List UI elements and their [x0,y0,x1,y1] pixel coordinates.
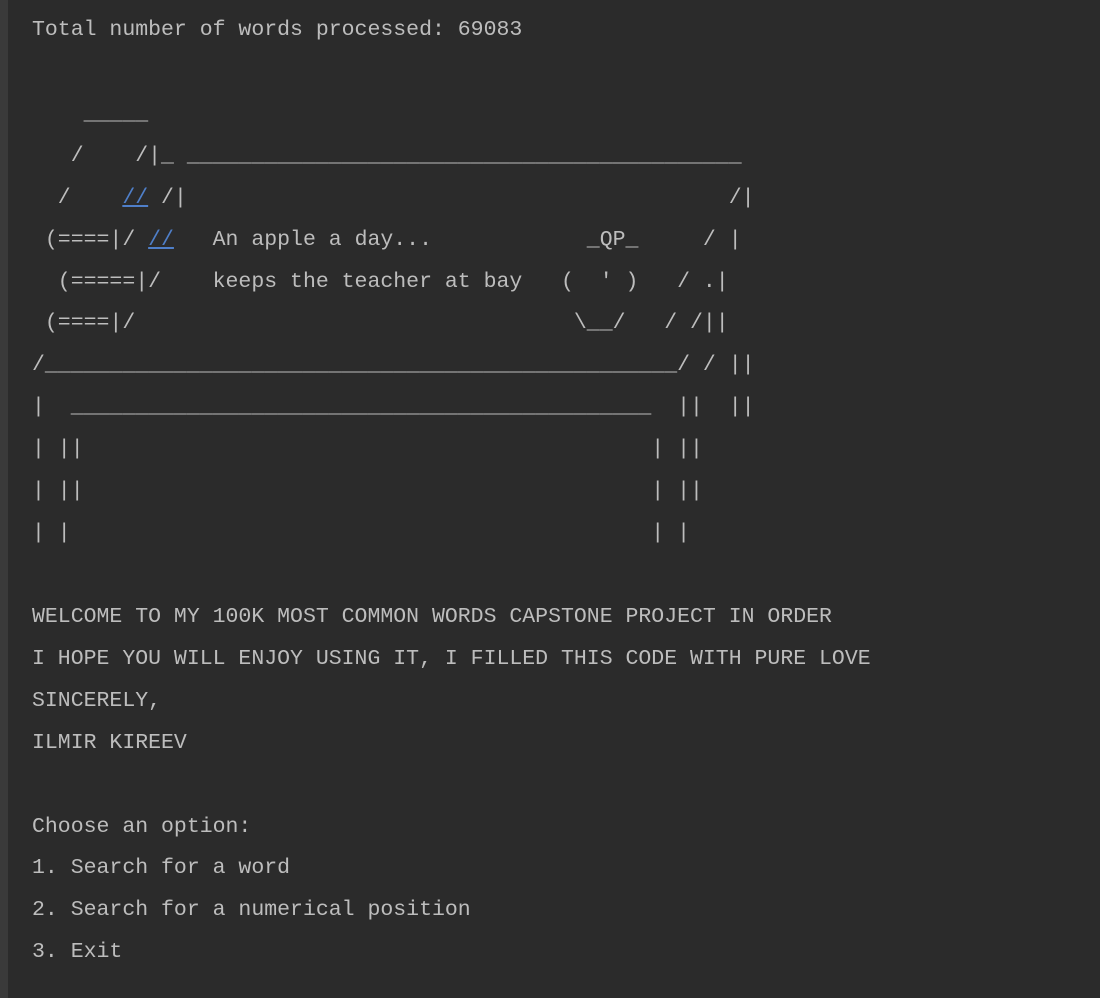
ascii-art-line: | ______________________________________… [32,395,755,419]
ascii-art-line: | || | || [32,437,703,461]
terminal-output: Total number of words processed: 69083 _… [0,10,1100,974]
welcome-line: I HOPE YOU WILL ENJOY USING IT, I FILLED… [32,647,871,671]
path-link[interactable]: // [148,228,174,252]
menu-prompt: Choose an option: [32,815,251,839]
welcome-line: WELCOME TO MY 100K MOST COMMON WORDS CAP… [32,605,832,629]
ascii-art-line: | || | || [32,479,703,503]
welcome-line: SINCERELY, [32,689,161,713]
ascii-art-line: /_______________________________________… [32,353,755,377]
menu-option[interactable]: 3. Exit [32,940,122,964]
ascii-art-line: / // /| /| [32,186,755,210]
menu-option[interactable]: 2. Search for a numerical position [32,898,471,922]
ascii-art-line: (====|/ // An apple a day... _QP_ / | [32,228,742,252]
header-line: Total number of words processed: 69083 [32,18,522,42]
ascii-art-line: | | | | [32,521,690,545]
ascii-art-line: (=====|/ keeps the teacher at bay ( ' ) … [32,270,729,294]
left-gutter [0,0,8,998]
ascii-art-line: (====|/ \__/ / /|| [32,311,729,335]
ascii-art-line: _____ [32,102,148,126]
path-link[interactable]: // [122,186,148,210]
menu-option[interactable]: 1. Search for a word [32,856,290,880]
ascii-art-line: / /|_ __________________________________… [32,144,742,168]
welcome-line: ILMIR KIREEV [32,731,187,755]
